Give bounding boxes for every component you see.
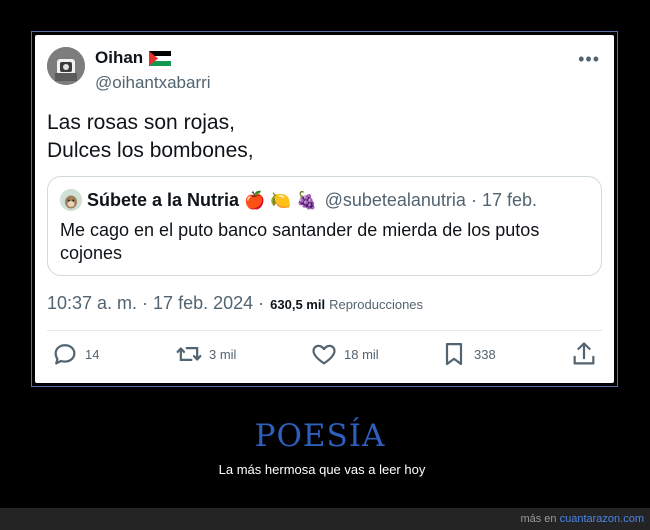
more-options-icon[interactable]: ••• (578, 49, 600, 70)
reply-count: 14 (85, 346, 100, 362)
caption-subtitle: La más hermosa que vas a leer hoy (218, 462, 426, 477)
retweet-icon (176, 347, 202, 361)
grapes-emoji-icon: 🍇 (296, 190, 318, 210)
like-button[interactable]: 18 mil (310, 340, 379, 368)
quoted-tweet[interactable]: Súbete a la Nutria 🍎 🍋 🍇 @subetealanutri… (47, 176, 602, 276)
retweet-count: 3 mil (209, 346, 237, 362)
tweet-text: Las rosas son rojas, Dulces los bombones… (47, 109, 254, 165)
quoted-author-name[interactable]: Súbete a la Nutria (87, 190, 239, 211)
author-name[interactable]: Oihan (95, 48, 143, 68)
divider (47, 330, 602, 331)
palestine-flag-icon (149, 50, 172, 66)
author-avatar[interactable] (47, 47, 85, 85)
tweet-card[interactable]: Oihan @oihantxabarri ••• Las rosas son r… (35, 35, 614, 383)
quoted-author-handle[interactable]: @subetealanutria (325, 190, 466, 211)
caption-title: POESÍA (254, 418, 386, 454)
bookmark-count: 338 (474, 346, 496, 362)
tweet-text-line-2: Dulces los bombones, (47, 139, 254, 162)
like-count: 18 mil (344, 346, 379, 362)
retweet-button[interactable]: 3 mil (175, 340, 236, 368)
tweet-meta: 10:37 a. m. · 17 feb. 2024 · 630,5 mil R… (47, 293, 423, 314)
separator: · (470, 189, 477, 210)
quoted-text: Me cago en el puto banco santander de mi… (60, 220, 540, 263)
author-handle[interactable]: @oihantxabarri (95, 73, 211, 93)
reply-icon (54, 344, 76, 365)
action-bar: 14 3 mil 18 mil 338 (35, 340, 614, 374)
views-label: Reproducciones (329, 297, 424, 312)
bookmark-icon (445, 342, 463, 366)
share-button[interactable] (570, 340, 598, 368)
reply-button[interactable]: 14 (51, 340, 99, 368)
site-link[interactable]: cuantarazon.com (560, 513, 644, 525)
tweet-text-line-1: Las rosas son rojas, (47, 111, 235, 134)
share-icon (573, 342, 595, 365)
apple-emoji-icon: 🍎 (244, 190, 266, 210)
tweet-timestamp[interactable]: 10:37 a. m. · 17 feb. 2024 · (47, 293, 264, 314)
site-credit: más en cuantarazon.com (520, 513, 644, 525)
bookmark-button[interactable]: 338 (440, 340, 496, 368)
quoted-date[interactable]: 17 feb. (482, 190, 537, 211)
views-count: 630,5 mil (270, 297, 326, 312)
credit-prefix: más en (520, 513, 557, 525)
quoted-author-avatar[interactable] (60, 189, 82, 211)
heart-icon (312, 344, 336, 365)
lemon-emoji-icon: 🍋 (270, 190, 292, 210)
